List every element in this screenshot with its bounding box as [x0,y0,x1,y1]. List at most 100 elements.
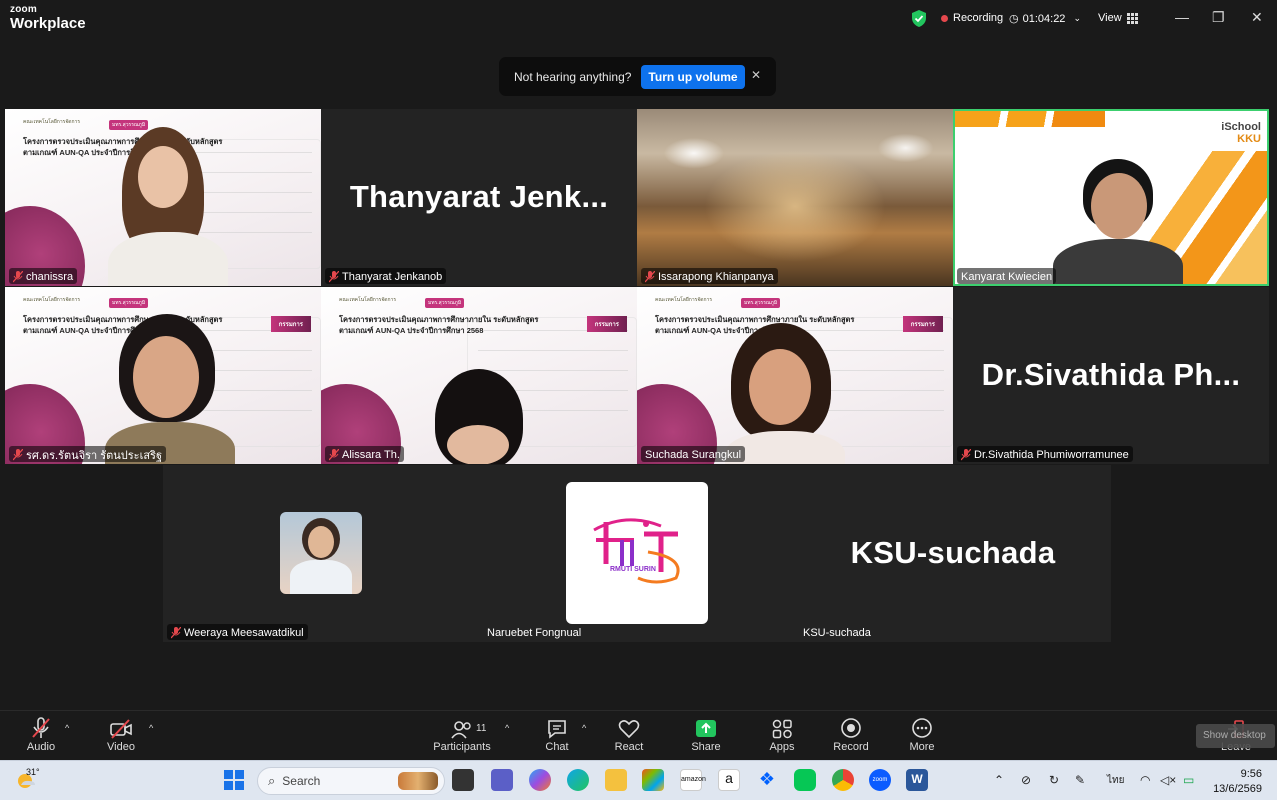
mic-muted-icon [13,448,23,460]
rmuti-logo: RMUTI SURIN [566,482,708,624]
clock-icon: ◷ [1009,13,1019,25]
video-button[interactable]: Video [91,711,151,753]
video-tile-thanyarat[interactable]: Thanyarat Jenk... Thanyarat Jenkanob [321,109,637,286]
amazon-app-icon[interactable]: a [718,769,740,791]
close-icon[interactable]: ✕ [751,68,761,82]
meeting-timer[interactable]: ◷ 01:04:22 ⌄ [1009,12,1081,26]
zoom-app-icon[interactable]: zoom [869,769,891,791]
view-button[interactable]: View [1098,12,1138,24]
microsoft-store-icon[interactable] [642,769,664,791]
chrome-icon[interactable] [832,769,854,791]
video-tile-chanissra[interactable]: คณะเทคโนโลยีการจัดการ มทร.สุวรรณภูมิ โคร… [5,109,321,286]
more-button[interactable]: More [892,711,952,753]
copilot-icon[interactable] [529,769,551,791]
amazon-icon[interactable]: amazon [680,769,706,791]
name-label: รศ.ดร.รัตนจิรา รัตนประเสริฐ [9,446,167,462]
mic-muted-icon [645,270,655,282]
turn-up-volume-button[interactable]: Turn up volume [641,64,745,89]
meeting-controls: Audio ^ Video ^ Participants 11 ^ Chat ^… [0,710,1277,760]
search-highlight-icon [398,772,438,790]
minimize-button[interactable]: — [1175,9,1189,25]
recording-indicator[interactable]: Recording [941,12,1003,24]
bottom-participants-row: Weeraya Meesawatdikul RMUTI SURIN Narueb… [163,465,1111,642]
close-window-button[interactable]: ✕ [1251,9,1263,26]
chat-button[interactable]: Chat [527,711,587,753]
pen-icon[interactable]: ✎ [1075,773,1085,787]
search-icon: ⌕ [268,773,276,788]
participant-video [100,124,250,286]
dropbox-icon[interactable]: ❖ [756,769,778,791]
blurred-background [637,109,953,286]
refresh-icon[interactable]: ↻ [1049,773,1059,787]
audio-options-caret[interactable]: ^ [65,723,69,733]
edge-icon[interactable] [567,769,589,791]
battery-icon[interactable]: ▭ [1183,773,1194,787]
name-label: Naruebet Fongnual [487,626,582,639]
teams-icon[interactable] [491,769,513,791]
language-indicator[interactable]: ไทย [1107,773,1124,788]
system-clock[interactable]: 9:56 13/6/2569 [1206,767,1262,797]
audio-button[interactable]: Audio [11,711,71,753]
video-tile-sivathida[interactable]: Dr.Sivathida Ph... Dr.Sivathida Phumiwor… [953,287,1269,464]
title-bar: zoom Workplace Recording ◷ 01:04:22 ⌄ Vi… [0,0,1277,38]
name-label: Kanyarat Kwiecien [957,268,1057,284]
avatar [280,512,362,594]
share-button[interactable]: Share [676,711,736,753]
word-icon[interactable]: W [906,769,928,791]
chevron-down-icon: ⌄ [1073,13,1081,23]
participants-count: 11 [476,723,487,734]
video-tile-alissara[interactable]: คณะเทคโนโลยีการจัดการ มทร.สุวรรณภูมิ โคร… [321,287,637,464]
apps-button[interactable]: Apps [752,711,812,753]
video-tile-rattanajira[interactable]: คณะเทคโนโลยีการจัดการ มทร.สุวรรณภูมิ โคร… [5,287,321,464]
file-explorer-icon[interactable] [605,769,627,791]
video-tile-naruebet[interactable]: RMUTI SURIN Naruebet Fongnual [479,465,795,642]
name-label: Issarapong Khianpanya [641,268,778,284]
show-desktop-tooltip: Show desktop [1196,724,1275,748]
chevron-up-icon[interactable]: ⌃ [994,773,1004,787]
restore-button[interactable]: ❐ [1212,9,1225,26]
grid-view-icon [1126,12,1138,24]
react-button[interactable]: React [599,711,659,753]
mic-muted-icon [11,711,71,741]
audio-notification: Not hearing anything? Turn up volume ✕ [499,57,776,96]
name-label: Alissara Th. [325,446,404,462]
participant-display-name: Thanyarat Jenk... [349,179,609,214]
shield-icon[interactable] [911,10,927,27]
participants-options-caret[interactable]: ^ [505,723,509,733]
video-tile-issarapong[interactable]: Issarapong Khianpanya [637,109,953,286]
name-label: Weeraya Meesawatdikul [167,624,308,640]
name-label: KSU-suchada [803,626,871,639]
line-app-icon[interactable] [794,769,816,791]
temperature-label: 31° [26,767,40,777]
task-view-icon[interactable] [452,769,474,791]
video-options-caret[interactable]: ^ [149,723,153,733]
cloud-sync-icon[interactable]: ⊘ [1021,773,1031,787]
participant-video [421,369,541,464]
taskbar-search[interactable]: ⌕ Search [257,767,445,795]
chat-options-caret[interactable]: ^ [582,723,586,733]
participant-display-name: KSU-suchada [850,535,1056,570]
participant-video [105,312,235,464]
video-tile-ksu-suchada[interactable]: KSU-suchada KSU-suchada [795,465,1111,642]
video-tile-suchada[interactable]: คณะเทคโนโลยีการจัดการ มทร.สุวรรณภูมิ โคร… [637,287,953,464]
name-label: Dr.Sivathida Phumiworramunee [957,446,1133,462]
mic-muted-icon [171,626,181,638]
chat-icon [527,711,587,741]
record-button[interactable]: Record [821,711,881,753]
mic-muted-icon [329,448,339,460]
more-icon [892,711,952,741]
share-screen-icon [676,711,736,741]
video-tile-kanyarat-active-speaker[interactable]: iSchool KKU Kanyarat Kwiecien [953,109,1269,286]
video-off-icon [91,711,151,741]
video-tile-weeraya[interactable]: Weeraya Meesawatdikul [163,465,479,642]
name-label: chanissra [9,268,78,284]
mic-muted-icon [961,448,971,460]
name-label: Thanyarat Jenkanob [325,268,447,284]
heart-icon [599,711,659,741]
wifi-icon[interactable]: ◠ [1140,773,1150,787]
zoom-logo: zoom Workplace [10,4,86,32]
speaker-muted-icon[interactable]: ◁× [1160,773,1176,787]
windows-start-icon[interactable] [223,769,245,791]
name-label: Suchada Surangkul [641,446,746,462]
recording-dot-icon [941,14,948,22]
